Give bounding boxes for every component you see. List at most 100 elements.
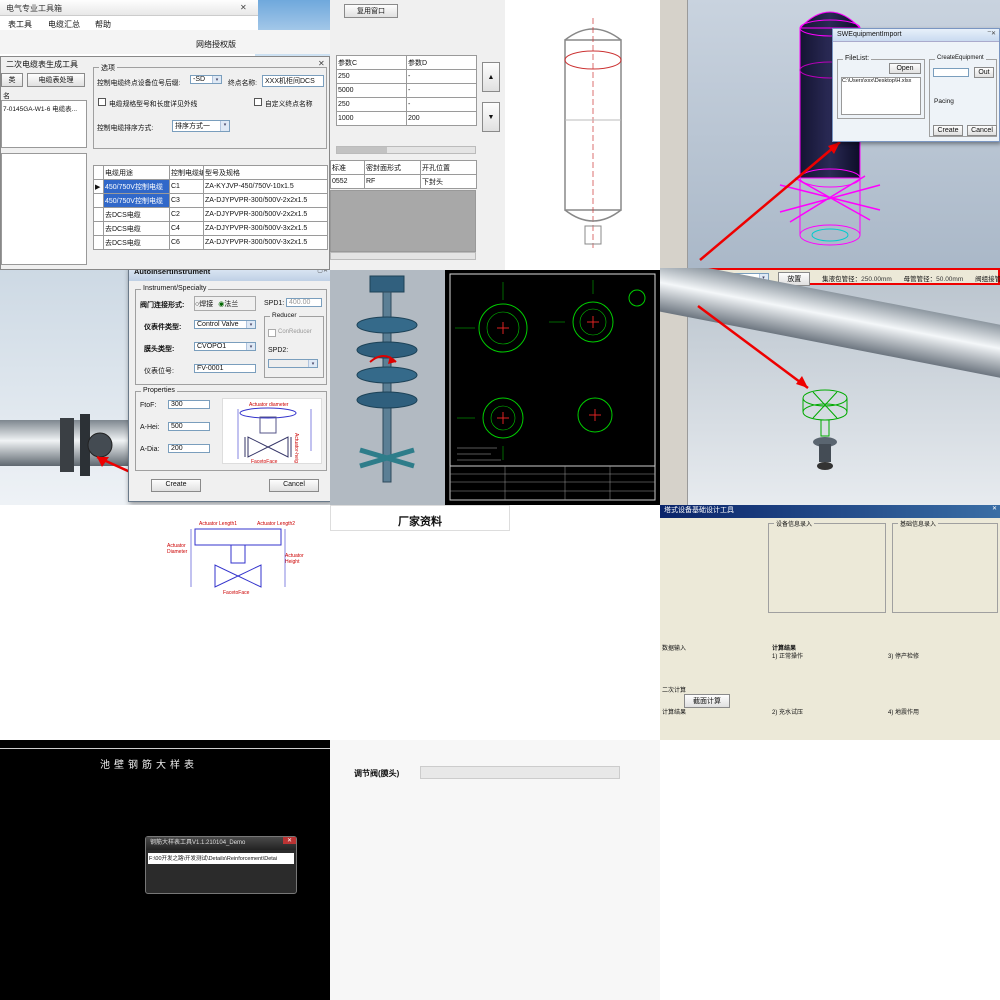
close-icon[interactable]: ✕ xyxy=(992,505,997,512)
file-item[interactable]: 7-0145GA-W1-6 电缆表... xyxy=(2,101,86,115)
panel-cable-tool: 电气专业工具箱 ✕ 表工具 电缆汇总 帮助 网络授权版 二次电缆表生成工具 ✕ … xyxy=(0,0,330,270)
spd1-input[interactable]: 400.00 xyxy=(286,298,322,307)
second-calc-label: 二次计算 xyxy=(662,685,686,694)
cell: 450/750V控制电缆 xyxy=(104,194,170,208)
close-icon[interactable]: ✕ xyxy=(283,837,296,844)
window-title: 电气专业工具箱 xyxy=(6,3,62,14)
cell: 450/750V控制电缆 xyxy=(104,180,170,194)
filter-box[interactable] xyxy=(420,766,620,779)
pipe-valve xyxy=(50,410,120,480)
weld-radio-label[interactable]: 焊接 xyxy=(199,301,213,308)
spec-checkbox[interactable] xyxy=(98,98,106,106)
h-scrollbar[interactable] xyxy=(336,146,476,154)
equip-info-label: 设备信息录入 xyxy=(774,519,814,528)
endpoint-input[interactable]: XXX机柜间DCS xyxy=(262,75,324,87)
spd2-label: SPD2: xyxy=(268,347,288,354)
move-down-button[interactable]: ▼ xyxy=(482,102,500,132)
menu-item[interactable]: 电缆汇总 xyxy=(48,19,80,30)
panel-rebar-schedule xyxy=(660,740,1000,1000)
ahei-label: A-Hei: xyxy=(140,424,159,431)
ftof-input[interactable]: 300 xyxy=(168,400,210,409)
reuse-window-button[interactable]: 复用窗口 xyxy=(344,4,398,18)
flange-radio-label[interactable]: 法兰 xyxy=(224,301,238,308)
dialog-titlebar[interactable]: 钢筋大样表工具V1.1.210104_Demo ✕ xyxy=(146,837,296,850)
cell: 200 xyxy=(407,112,477,126)
cell: RF xyxy=(365,175,421,189)
dialog-titlebar[interactable]: SWEquipmentImport ✕ – xyxy=(833,29,999,42)
arrow-up-icon: ▲ xyxy=(488,74,495,81)
sort-combo[interactable]: 排序方式一▾ xyxy=(172,120,230,132)
cell xyxy=(94,208,104,222)
vessel-sketch-panel xyxy=(505,0,660,270)
section-calc-button[interactable]: 截面计算 xyxy=(684,694,730,708)
cell: 电缆用途 xyxy=(104,166,170,180)
cell: C4 xyxy=(170,222,204,236)
close-icon[interactable]: ✕ xyxy=(323,270,328,274)
cad-toolbar[interactable] xyxy=(660,0,688,268)
cancel-button[interactable]: Cancel xyxy=(967,125,997,136)
window-titlebar[interactable]: 电气专业工具箱 ✕ xyxy=(0,0,258,16)
cell: 参数D xyxy=(407,56,477,70)
table-row: 0552RF下封头 xyxy=(331,175,477,189)
file-list[interactable]: 7-0145GA-W1-6 电缆表... xyxy=(1,100,87,148)
adia-input[interactable]: 200 xyxy=(168,444,210,453)
head-combo[interactable]: CVOPO1▾ xyxy=(194,342,256,351)
vendor-title: 厂家资料 xyxy=(330,505,510,531)
cancel-button[interactable]: Cancel xyxy=(269,479,319,492)
actuator-height-label: Actuator-height xyxy=(293,433,299,464)
main-pipe-label: 母管管径： xyxy=(904,276,937,283)
reducer-checkbox[interactable] xyxy=(268,329,276,337)
cell: ▶ xyxy=(94,180,104,194)
case4-label: 4) 地震作用 xyxy=(888,707,919,716)
menu-item[interactable]: 帮助 xyxy=(95,19,111,30)
minimize-icon[interactable]: – xyxy=(314,270,317,273)
cell: 标准 xyxy=(331,161,365,175)
cad-toolbar[interactable] xyxy=(660,285,688,505)
panel-vessel-form: 复用窗口 参数C参数D250-5000-250-1000200 ▲ ▼ 标准密封… xyxy=(330,0,660,270)
out-button[interactable]: Out xyxy=(974,67,994,78)
path-field[interactable]: F:\00开发之路\开发测试\Details\Reinforcement\Det… xyxy=(148,853,294,864)
cell: 250 xyxy=(337,98,407,112)
table-row: 250- xyxy=(337,70,477,84)
ahei-input[interactable]: 500 xyxy=(168,422,210,431)
spd1-label: SPD1: xyxy=(264,300,284,307)
chevron-down-icon: ▾ xyxy=(220,121,229,131)
case1-label: 1) 正常操作 xyxy=(772,651,803,660)
suffix-combo[interactable]: -SD▾ xyxy=(190,75,222,84)
drawing-canvas xyxy=(445,270,660,505)
close-icon[interactable]: ✕ xyxy=(991,30,996,37)
tag-input[interactable]: FV-0001 xyxy=(194,364,256,373)
type-combo[interactable]: Control Valve▾ xyxy=(194,320,256,329)
maximize-icon[interactable]: ▢ xyxy=(317,270,323,274)
menu-item[interactable]: 表工具 xyxy=(8,19,32,30)
menubar: 表工具 电缆汇总 帮助 xyxy=(0,16,258,30)
minimize-icon[interactable]: – xyxy=(988,29,991,35)
custom-checkbox[interactable] xyxy=(254,98,262,106)
equip-info-group: 设备信息录入 xyxy=(768,523,886,613)
file-path-list[interactable]: C:\Users\xxx\Desktop\H.xlsx xyxy=(841,77,921,115)
sheet-list[interactable] xyxy=(1,153,87,265)
cell: 250 xyxy=(337,70,407,84)
cell: ZA-DJYPVPR-300/500V-3x2x1.5 xyxy=(204,236,328,250)
h-scrollbar[interactable] xyxy=(330,252,476,260)
cell: C2 xyxy=(170,208,204,222)
window-titlebar[interactable]: 塔式设备基础设计工具 ✕ xyxy=(660,505,1000,518)
panel-valve-sheet: Actuator Length1 Actuator Length2 Actuat… xyxy=(0,505,330,740)
open-button[interactable]: Open xyxy=(889,63,921,74)
options-group: 选项 控制电缆终点设备位号后缀: -SD▾ 终点名称: XXX机柜间DCS 电缆… xyxy=(93,67,327,149)
close-icon[interactable]: ✕ xyxy=(240,3,247,12)
move-up-button[interactable]: ▲ xyxy=(482,62,500,92)
process-button[interactable]: 电缆表处理 xyxy=(27,73,85,87)
nozzle-table: 标准密封面形式开孔位置0552RF下封头 xyxy=(330,160,477,189)
instrument-group-label: Instrument/Specialty xyxy=(141,285,208,292)
cell: 0552 xyxy=(331,175,365,189)
valve-3d-model xyxy=(780,378,870,498)
table-row: 去DCS电缆C6ZA-DJYPVPR-300/500V-3x2x1.5 xyxy=(94,236,328,250)
dialog-titlebar[interactable]: AutoInsertInstrument ✕ ▢ – xyxy=(129,270,330,281)
category-button[interactable]: 类 xyxy=(1,73,23,87)
create-button[interactable]: Create xyxy=(151,479,201,492)
len1-label: Actuator Length1 xyxy=(199,521,237,527)
equip-input[interactable] xyxy=(933,68,969,77)
panel-rebar-cad: 池壁钢筋大样表 钢筋大样表工具V1.1.210104_Demo ✕ F:\00开… xyxy=(0,740,330,1000)
create-button[interactable]: Create xyxy=(933,125,963,136)
